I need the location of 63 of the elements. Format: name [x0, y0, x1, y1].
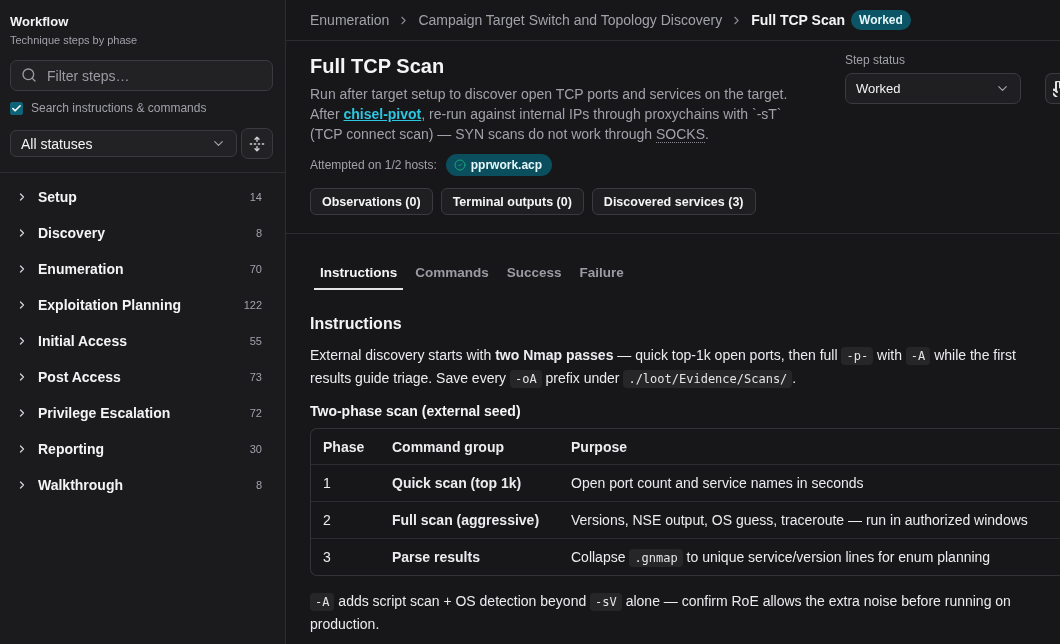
table-cell-text: Versions, NSE output, OS guess, traceroute — run in authorized windows — [570, 511, 1029, 530]
step-count: 70 — [249, 263, 262, 275]
search-icon — [21, 67, 37, 83]
table-cell-text: Collapse .gnmap to unique service/version lines for enum planning — [570, 547, 992, 569]
column-header: Purpose — [570, 437, 628, 457]
column-header: Command group — [391, 437, 505, 457]
table-cell-text: 2 — [322, 511, 332, 530]
section-button[interactable]: Discovered services (3) — [591, 188, 756, 215]
step-count: 8 — [255, 479, 262, 491]
step-count: 72 — [249, 407, 262, 419]
step-count: 30 — [249, 443, 262, 455]
column-header: Phase — [322, 437, 366, 457]
tab[interactable]: Instructions — [314, 257, 404, 290]
phase-item[interactable]: Setup 14 — [0, 179, 285, 215]
table-cell-text: 1 — [322, 474, 332, 493]
status-filter-select[interactable]: All statuses — [10, 130, 237, 157]
phase-item[interactable]: Walkthrough 8 — [0, 467, 285, 503]
hand-button[interactable] — [1045, 73, 1060, 104]
hosts-label: Attempted on 1/2 hosts: — [310, 158, 437, 172]
checkbox-label: Search instructions & commands — [31, 101, 207, 115]
status-label: Step status — [845, 53, 907, 67]
step-count: 122 — [243, 299, 262, 311]
note-paragraph: -A adds script scan + OS detection beyond -sV alone — confirm RoE allows the extra noise before running on production. — [310, 592, 1012, 634]
search-field[interactable]: Filter steps… — [10, 60, 273, 91]
table-title: Two-phase scan (external seed) — [310, 402, 522, 420]
section-heading: Instructions — [310, 314, 403, 334]
phase-item[interactable]: Discovery 8 — [0, 215, 285, 251]
tab[interactable]: Success — [500, 257, 568, 290]
expand-all-button[interactable] — [241, 128, 273, 159]
phase-item[interactable]: Privilege Escalation 72 — [0, 395, 285, 431]
step-count: 14 — [249, 191, 262, 203]
phase-item[interactable]: Post Access 73 — [0, 359, 285, 395]
host-chip[interactable]: pprwork.acp — [445, 154, 553, 176]
section-button[interactable]: Terminal outputs (0) — [440, 188, 584, 215]
phase-item[interactable]: Enumeration 70 — [0, 251, 285, 287]
phase-item[interactable]: Exploitation Planning 122 — [0, 287, 285, 323]
tab[interactable]: Commands — [409, 257, 495, 290]
phase-item[interactable]: Reporting 30 — [0, 431, 285, 467]
status-badge: Worked — [851, 10, 911, 30]
table-cell-text: Parse results — [391, 548, 481, 567]
instructions-paragraph: External discovery starts with two Nmap passes — quick top-1k open ports, then full -p- with -A while the first results guide triage. Save every -oA prefix under ./loot/Evidence/Scans/ . — [310, 346, 1017, 390]
breadcrumb-link[interactable]: Enumeration — [310, 12, 390, 28]
phase-item[interactable]: Initial Access 55 — [0, 323, 285, 359]
step-title: Full TCP Scan — [310, 54, 446, 79]
table-cell-text: Quick scan (top 1k) — [391, 474, 523, 493]
step-count: 73 — [249, 371, 262, 383]
step-count: 8 — [255, 227, 262, 239]
table-cell-text: Open port count and service names in seconds — [570, 474, 865, 493]
tab[interactable]: Failure — [573, 257, 630, 290]
step-count: 55 — [249, 335, 262, 347]
status-select[interactable]: Worked — [845, 73, 1021, 104]
breadcrumb-current: Full TCP Scan — [751, 12, 846, 28]
section-button[interactable]: Observations (0) — [310, 188, 433, 215]
table-cell-text: Full scan (aggressive) — [391, 511, 541, 530]
table-cell-text: 3 — [322, 548, 332, 567]
step-description: Run after target setup to discover open TCP ports and services on the target. After chisel-pivot, re-run against internal IPs through proxychains with `-sT` (TCP connect scan) — SYN scans do not work through SOCKS. — [310, 85, 789, 144]
sidebar-title: Workflow — [10, 14, 70, 30]
unfold-vertical-icon — [249, 135, 265, 152]
check-circle-icon — [453, 159, 466, 171]
checkbox[interactable] — [10, 101, 23, 115]
hand-icon — [1053, 80, 1060, 97]
breadcrumb-link[interactable]: Campaign Target Switch and Topology Discovery — [418, 12, 723, 28]
sidebar-subtitle: Technique steps by phase — [10, 33, 139, 47]
